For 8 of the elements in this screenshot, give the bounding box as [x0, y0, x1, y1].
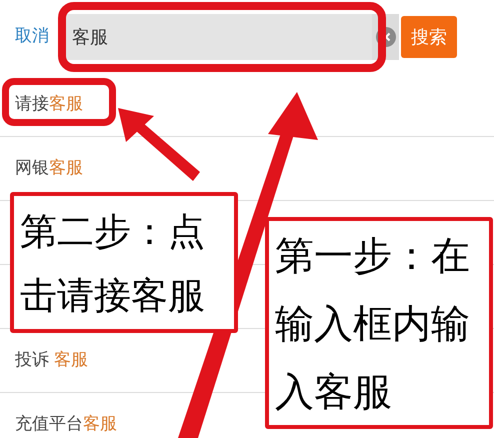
result-item[interactable]: 请接客服: [15, 92, 83, 118]
result-item[interactable]: 网银客服: [15, 156, 83, 182]
annotation-callout: 第一步：在输入框内输入客服: [265, 217, 493, 429]
result-item[interactable]: 充值平台客服: [15, 412, 117, 438]
result-item[interactable]: 投诉 客服: [15, 348, 88, 374]
annotation-callout: 第二步：点击请接客服: [10, 192, 238, 333]
cancel-link[interactable]: 取消: [15, 24, 49, 50]
clear-icon[interactable]: [376, 27, 396, 47]
